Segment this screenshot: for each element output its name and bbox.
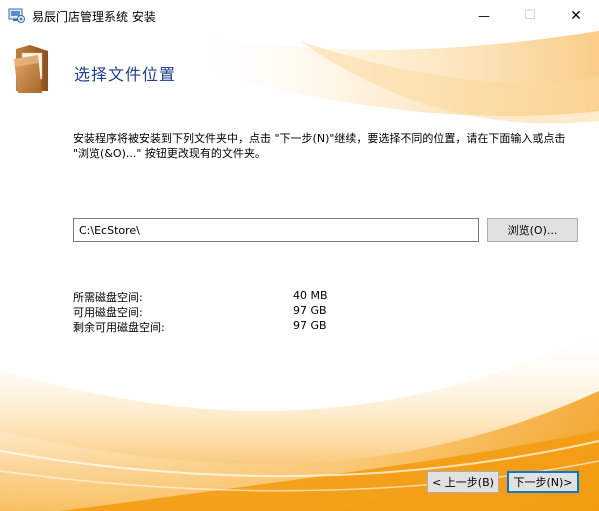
install-description: 安装程序将被安装到下列文件夹中，点击 "下一步(N)"继续，要选择不同的位置，请… [73, 132, 566, 160]
browse-button-label: 浏览(O)... [507, 224, 558, 237]
back-button[interactable]: < 上一步(B) [427, 471, 499, 493]
installer-content: 选择文件位置 安装程序将被安装到下列文件夹中，点击 "下一步(N)"继续，要选择… [0, 31, 599, 511]
folder-icon [14, 45, 48, 93]
space-remaining-value: 97 GB [293, 319, 327, 332]
space-remaining-row: 剩余可用磁盘空间: 97 GB [73, 319, 373, 334]
install-path-input[interactable] [73, 218, 479, 242]
page-heading: 选择文件位置 [74, 65, 177, 84]
title-bar: 易辰门店管理系统 安装 — ☐ ✕ [0, 0, 599, 31]
space-available-value: 97 GB [293, 304, 327, 317]
maximize-icon: ☐ [524, 8, 536, 23]
window-title: 易辰门店管理系统 安装 [32, 10, 156, 24]
next-button[interactable]: 下一步(N)> [507, 471, 579, 493]
close-button[interactable]: ✕ [553, 0, 599, 31]
close-icon: ✕ [570, 7, 582, 24]
back-button-label: < 上一步(B) [432, 476, 494, 489]
maximize-button[interactable]: ☐ [507, 0, 553, 31]
space-remaining-label: 剩余可用磁盘空间: [73, 321, 165, 334]
space-available-label: 可用磁盘空间: [73, 306, 143, 319]
space-required-row: 所需磁盘空间: 40 MB [73, 289, 373, 304]
minimize-button[interactable]: — [461, 0, 507, 31]
space-required-value: 40 MB [293, 289, 328, 302]
background-swoosh [0, 31, 599, 511]
space-available-row: 可用磁盘空间: 97 GB [73, 304, 373, 319]
installer-app-icon [8, 8, 25, 23]
minimize-icon: — [478, 8, 490, 23]
browse-button[interactable]: 浏览(O)... [487, 218, 578, 242]
space-required-label: 所需磁盘空间: [73, 291, 143, 304]
next-button-label: 下一步(N)> [513, 476, 573, 489]
